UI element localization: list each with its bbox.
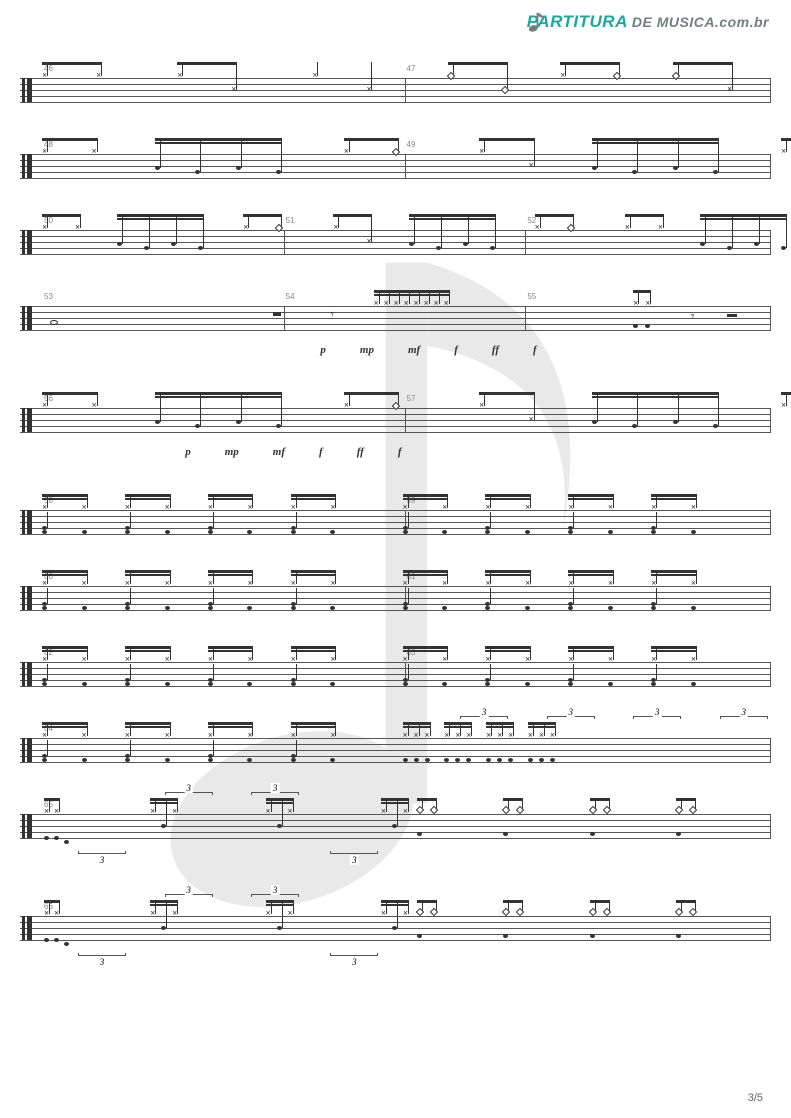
staff: 535455𝄾××××××××××𝄾pmpmfffff [20, 288, 771, 336]
percussion-clef [22, 586, 32, 610]
percussion-clef [22, 408, 32, 432]
notes-area: ××××××××× [42, 212, 767, 260]
percussion-clef [22, 306, 32, 330]
notes-area: ×××××××× [42, 796, 767, 844]
tuplet-bracket: 3 [251, 894, 299, 897]
dynamic-marking: f [319, 446, 323, 458]
percussion-clef [22, 230, 32, 254]
dynamic-marking: mp [360, 344, 374, 356]
staff: 6061×××××××××××××××× [20, 568, 771, 616]
tuplet-bracket: 3 [547, 716, 595, 719]
brand-text-2: DE MUSICA.com.br [632, 14, 769, 30]
staff-row: 5859×××××××××××××××× [20, 492, 771, 540]
staff-row: 4849×××××× [20, 136, 771, 184]
brand-note-icon [527, 11, 547, 33]
staff-row: 66××××××××3333 [20, 898, 771, 946]
staff: 4849×××××× [20, 136, 771, 184]
tuplet-number: 3 [480, 707, 489, 717]
dynamic-marking: ff [357, 446, 364, 458]
tuplet-bracket: 3 [78, 851, 126, 854]
notes-area: ×××××××××××××××× [42, 644, 767, 692]
percussion-clef [22, 510, 32, 534]
percussion-clef [22, 916, 32, 940]
staff-row: 535455𝄾××××××××××𝄾pmpmfffff [20, 288, 771, 336]
staff-row: 65××××××××3333 [20, 796, 771, 844]
percussion-clef [22, 814, 32, 838]
tuplet-number: 3 [98, 855, 107, 865]
notes-area: ×××××××× [42, 898, 767, 946]
staff: 64××××××××××××××××××××3333 [20, 720, 771, 768]
dynamic-marking: f [533, 344, 537, 356]
staff: 505152××××××××× [20, 212, 771, 260]
staff: 65××××××××3333 [20, 796, 771, 844]
dynamic-marking: f [454, 344, 458, 356]
staff-row: 64××××××××××××××××××××3333 [20, 720, 771, 768]
tuplet-bracket: 3 [330, 953, 378, 956]
tuplet-bracket: 3 [78, 953, 126, 956]
percussion-clef [22, 154, 32, 178]
notes-area: ×××××× [42, 136, 767, 184]
tuplet-number: 3 [184, 885, 193, 895]
dynamic-marking: mp [225, 446, 239, 458]
dynamic-marking: ff [492, 344, 499, 356]
notes-area: ×××××××××××××××× [42, 492, 767, 540]
dynamic-marking: f [398, 446, 402, 458]
staff: 4647×××××××× [20, 60, 771, 108]
notes-area: ×××××× [42, 390, 767, 438]
staff: 6263×××××××××××××××× [20, 644, 771, 692]
notes-area: ×××××××××××××××× [42, 568, 767, 616]
notes-area: ×××××××× [42, 60, 767, 108]
page-number: 3/5 [748, 1092, 763, 1104]
staff: 5657××××××pmpmfffff [20, 390, 771, 438]
dynamic-marking: p [320, 344, 326, 356]
dynamics-row: pmpmfffff [320, 344, 536, 356]
tuplet-bracket: 3 [720, 716, 768, 719]
dynamics-row: pmpmfffff [185, 446, 401, 458]
notes-area: ×××××××××××××××××××× [42, 720, 767, 768]
staff: 5859×××××××××××××××× [20, 492, 771, 540]
score-content: 4647×××××××× 4849×××××× 505152××××××××× 535… [20, 60, 771, 946]
staff-row: 6061×××××××××××××××× [20, 568, 771, 616]
percussion-clef [22, 78, 32, 102]
dynamic-marking: mf [408, 344, 420, 356]
staff: 66××××××××3333 [20, 898, 771, 946]
staff-row: 4647×××××××× [20, 60, 771, 108]
tuplet-number: 3 [566, 707, 575, 717]
tuplet-number: 3 [350, 957, 359, 967]
dynamic-marking: mf [273, 446, 285, 458]
staff-row: 5657××××××pmpmfffff [20, 390, 771, 438]
percussion-clef [22, 662, 32, 686]
tuplet-number: 3 [739, 707, 748, 717]
tuplet-number: 3 [271, 885, 280, 895]
tuplet-bracket: 3 [330, 851, 378, 854]
tuplet-number: 3 [271, 783, 280, 793]
tuplet-bracket: 3 [460, 716, 508, 719]
percussion-clef [22, 738, 32, 762]
tuplet-number: 3 [653, 707, 662, 717]
tuplet-number: 3 [350, 855, 359, 865]
tuplet-bracket: 3 [633, 716, 681, 719]
dynamic-marking: p [185, 446, 191, 458]
tuplet-bracket: 3 [165, 792, 213, 795]
brand-logo[interactable]: PARTITURA DE MUSICA.com.br [527, 12, 769, 32]
staff-row: 505152××××××××× [20, 212, 771, 260]
notes-area: 𝄾××××××××××𝄾 [42, 288, 767, 336]
staff-row: 6263×××××××××××××××× [20, 644, 771, 692]
tuplet-number: 3 [184, 783, 193, 793]
tuplet-bracket: 3 [251, 792, 299, 795]
tuplet-bracket: 3 [165, 894, 213, 897]
tuplet-number: 3 [98, 957, 107, 967]
